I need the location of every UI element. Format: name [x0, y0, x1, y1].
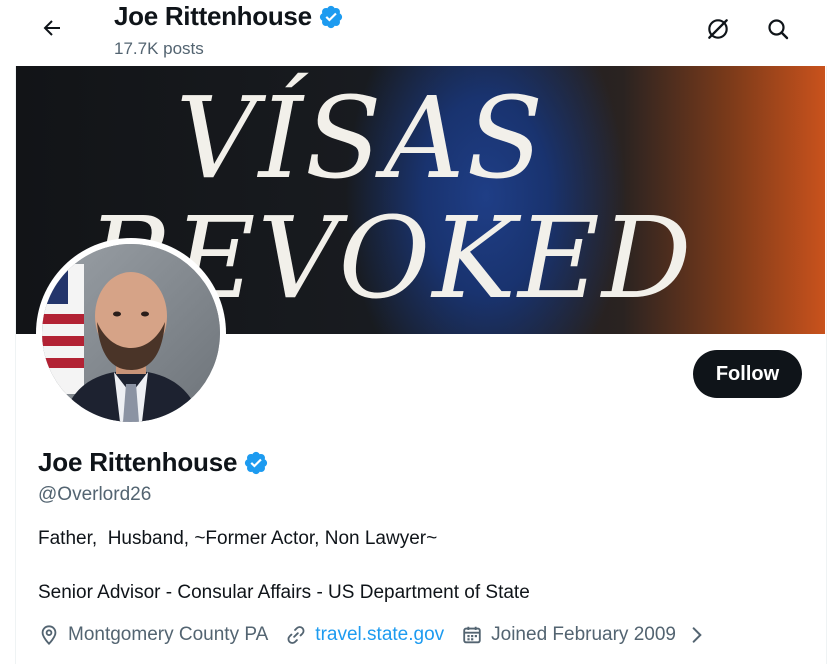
verified-badge-icon — [319, 5, 342, 28]
avatar[interactable] — [36, 238, 226, 428]
profile-meta-row: Montgomery County PA travel.state.gov Jo… — [38, 624, 707, 646]
grok-icon — [708, 19, 728, 39]
joined-text: Joined February 2009 — [491, 624, 676, 645]
more-info-button[interactable] — [687, 625, 707, 645]
verified-badge-icon[interactable] — [243, 450, 269, 476]
search-button[interactable] — [758, 10, 798, 48]
calendar-icon — [463, 626, 481, 644]
profile-name-row: Joe Rittenhouse — [38, 447, 269, 478]
location-text: Montgomery County PA — [68, 624, 269, 645]
profile-name: Joe Rittenhouse — [38, 447, 238, 477]
website-link[interactable]: travel.state.gov — [315, 624, 444, 646]
search-icon — [768, 19, 789, 40]
header-name: Joe Rittenhouse — [114, 1, 312, 31]
back-button[interactable] — [32, 10, 72, 46]
banner-text-line1: VÍSAS — [175, 74, 546, 204]
bio-line-1: Father, Husband, ~Former Actor, Non Lawy… — [38, 528, 438, 549]
grok-button[interactable] — [698, 10, 738, 48]
follow-button[interactable]: Follow — [693, 350, 802, 398]
header-title: Joe Rittenhouse — [114, 1, 344, 32]
chevron-right-icon — [692, 627, 702, 643]
bio-line-2: Senior Advisor - Consular Affairs - US D… — [38, 582, 530, 603]
header-post-count: 17.7K posts — [114, 39, 204, 58]
link-icon — [287, 626, 305, 644]
location-pin-icon — [41, 625, 57, 646]
location-item: Montgomery County PA — [38, 624, 268, 646]
avatar-photo — [42, 244, 220, 422]
profile-header-bar: Joe Rittenhouse 17.7K posts — [0, 0, 838, 66]
profile-handle: @Overlord26 — [38, 484, 152, 505]
website-item: travel.state.gov — [285, 624, 444, 646]
arrow-left-icon — [43, 20, 60, 36]
joined-item: Joined February 2009 — [461, 624, 676, 646]
